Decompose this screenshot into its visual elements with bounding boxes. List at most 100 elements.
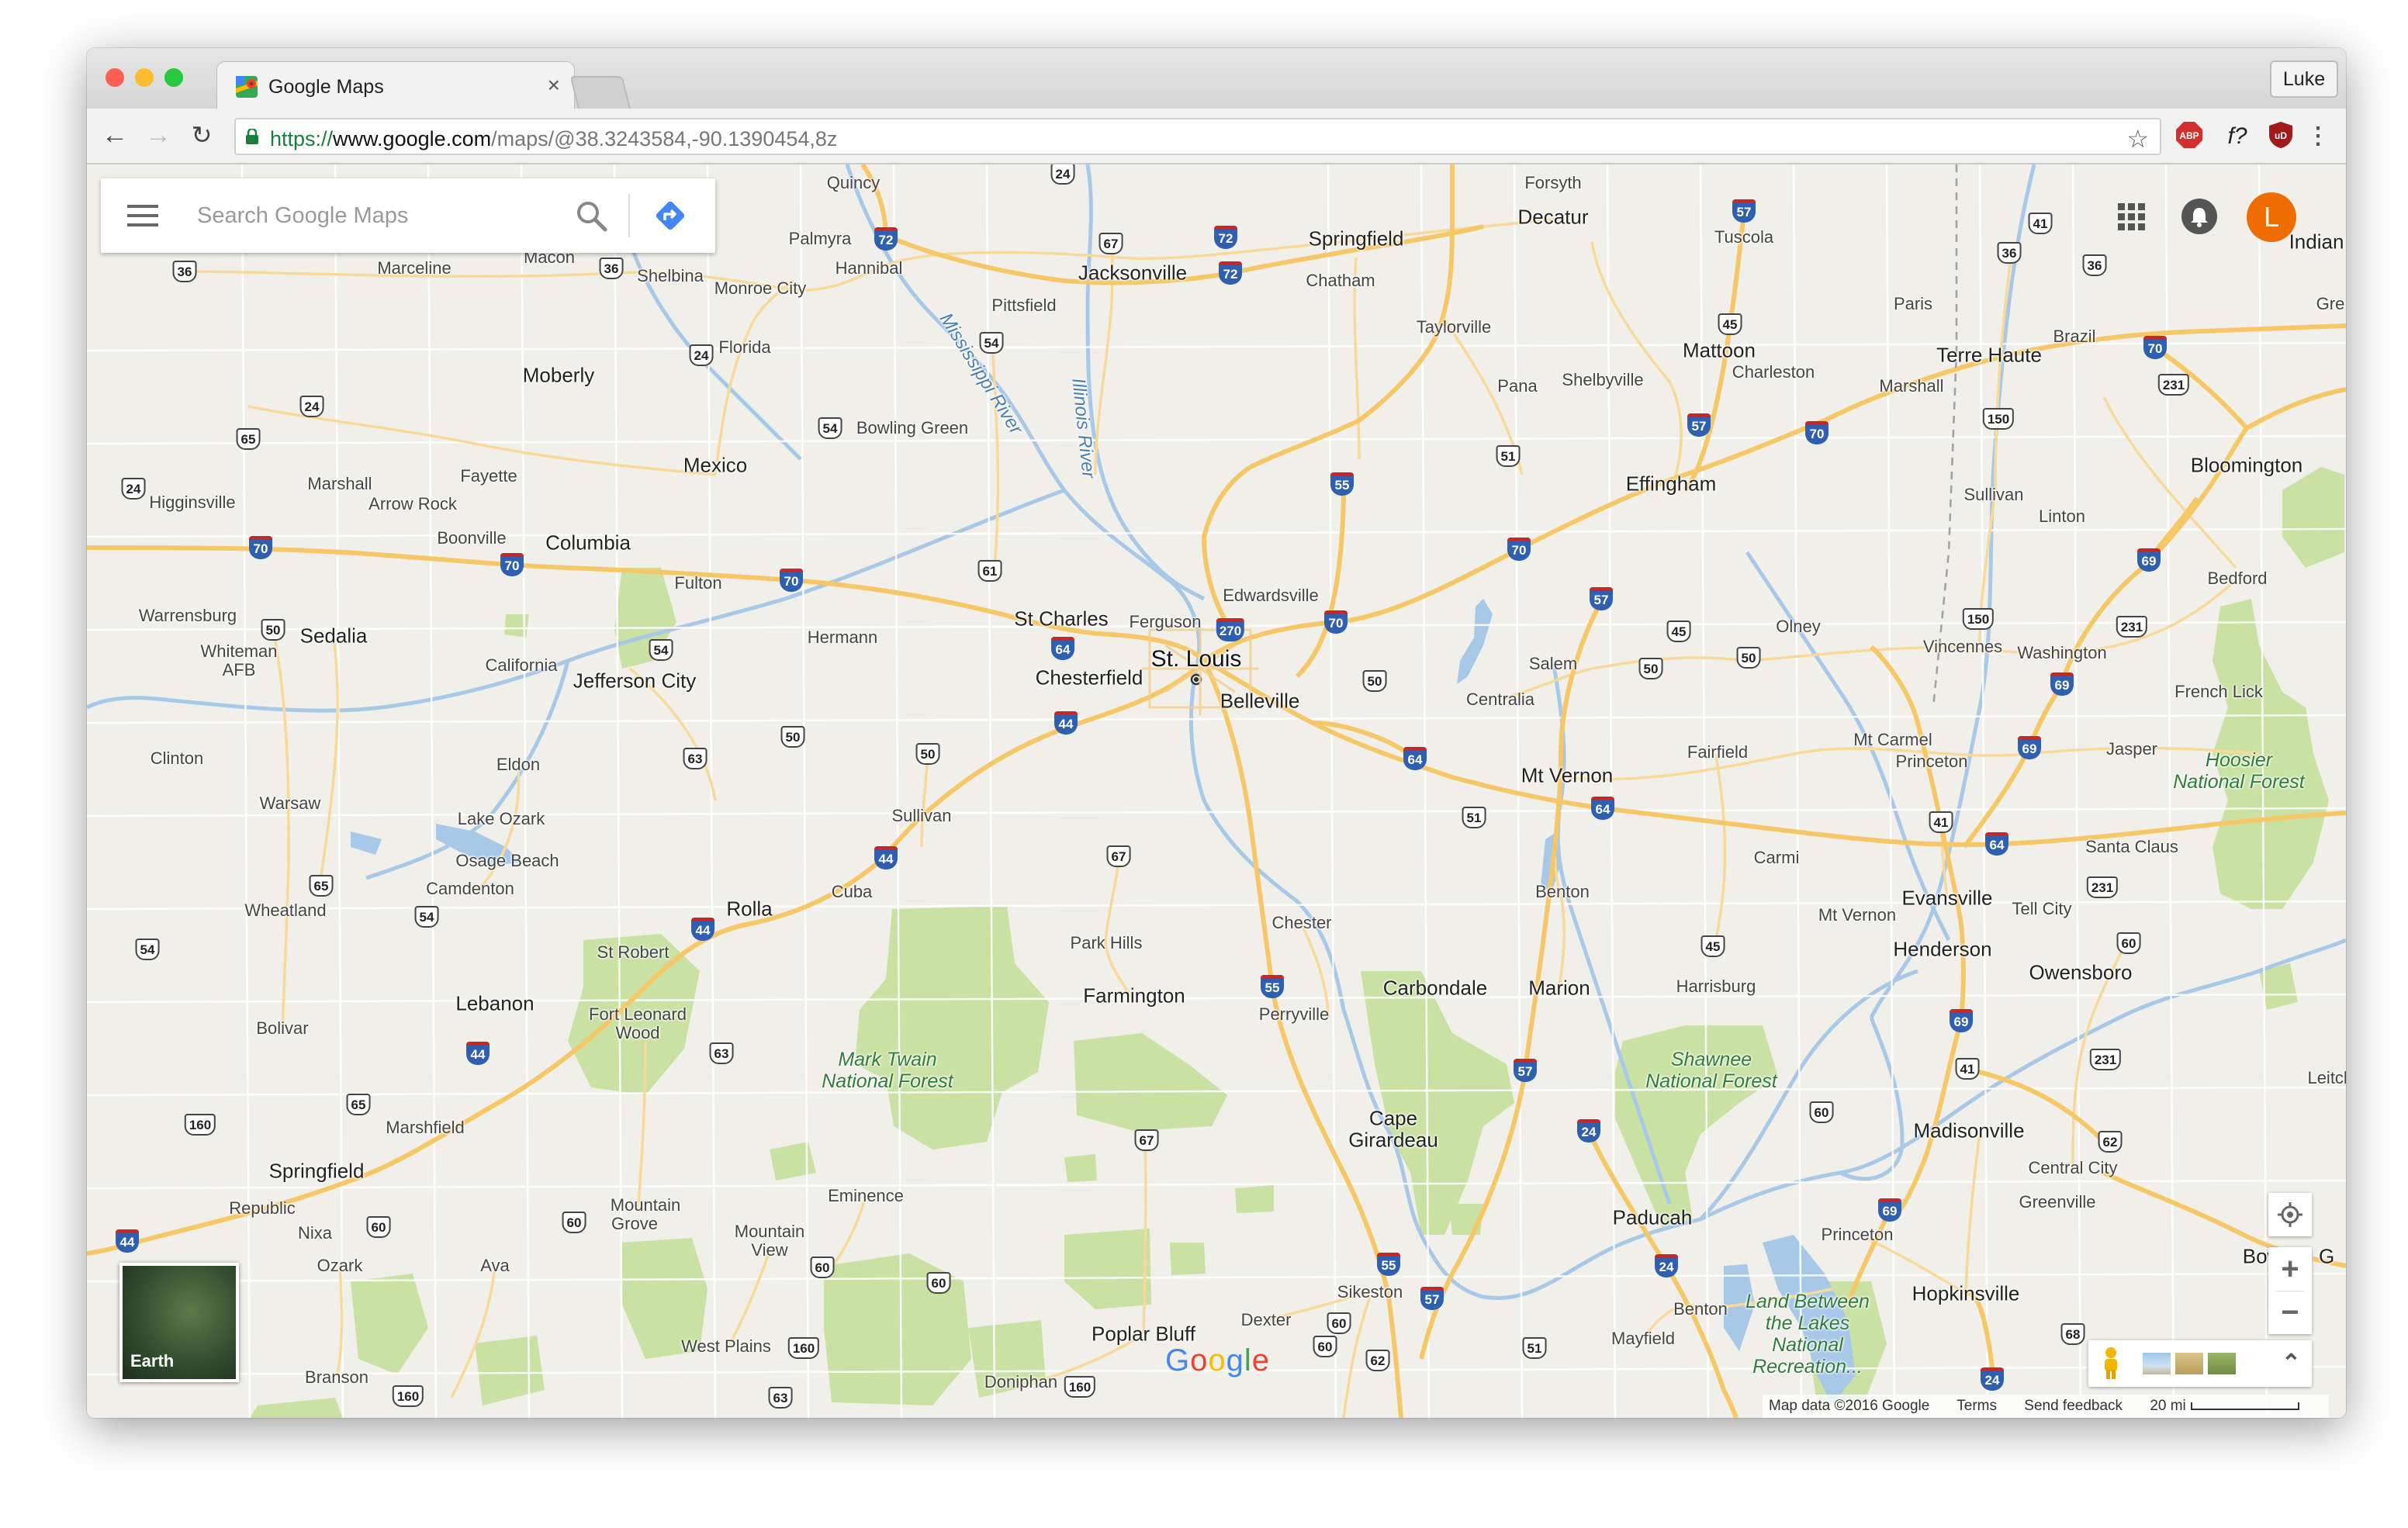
- earth-view-toggle[interactable]: Earth: [119, 1263, 239, 1382]
- map-label-carbondale[interactable]: Carbondale: [1383, 977, 1487, 1001]
- map-label-grove[interactable]: Grove: [611, 1214, 658, 1234]
- map-label-camdenton[interactable]: Camdenton: [426, 879, 514, 899]
- close-window-button[interactable]: [106, 68, 124, 87]
- imagery-thumb-3[interactable]: [2208, 1353, 2236, 1374]
- park-label[interactable]: Land Between the Lakes National Recreation.…: [1745, 1291, 1870, 1378]
- map-label-springfield[interactable]: Springfield: [1309, 227, 1404, 251]
- notifications-bell-icon[interactable]: [2181, 199, 2217, 234]
- map-label-bloomington[interactable]: Bloomington: [2191, 454, 2303, 478]
- map-label-belleville[interactable]: Belleville: [1220, 690, 1300, 714]
- map-label-palmyra[interactable]: Palmyra: [789, 229, 852, 249]
- map-label-evansville[interactable]: Evansville: [1901, 887, 1992, 911]
- map-label-nixa[interactable]: Nixa: [298, 1223, 332, 1243]
- map-label-santa-claus[interactable]: Santa Claus: [2085, 837, 2178, 857]
- map-label-doniphan[interactable]: Doniphan: [984, 1372, 1057, 1392]
- tab-close-icon[interactable]: ×: [548, 73, 560, 98]
- search-icon[interactable]: [574, 199, 608, 233]
- map-label-harrisburg[interactable]: Harrisburg: [1676, 977, 1756, 997]
- map-label-west-plains[interactable]: West Plains: [681, 1336, 771, 1357]
- map-label-lebanon[interactable]: Lebanon: [455, 992, 534, 1016]
- map-label-shelbina[interactable]: Shelbina: [637, 266, 704, 286]
- map-label-florida[interactable]: Florida: [718, 337, 770, 358]
- map-label-fort-leonard[interactable]: Fort Leonard: [589, 1004, 687, 1025]
- account-avatar[interactable]: L: [2247, 192, 2296, 242]
- map-label-french-lick[interactable]: French Lick: [2174, 682, 2263, 702]
- directions-icon[interactable]: [652, 197, 689, 234]
- zoom-out-button[interactable]: −: [2268, 1291, 2312, 1334]
- map-label-tell-city[interactable]: Tell City: [2012, 899, 2071, 919]
- map-label-farmington[interactable]: Farmington: [1083, 984, 1185, 1008]
- map-label-st-robert[interactable]: St Robert: [597, 942, 669, 963]
- map-label-park-hills[interactable]: Park Hills: [1071, 933, 1143, 953]
- map-label-cuba[interactable]: Cuba: [832, 882, 873, 902]
- map-label-ozark[interactable]: Ozark: [317, 1256, 363, 1276]
- map-label-perryville[interactable]: Perryville: [1259, 1004, 1329, 1025]
- map-label-shelbyville[interactable]: Shelbyville: [1562, 370, 1643, 390]
- map-label-jasper[interactable]: Jasper: [2106, 739, 2157, 759]
- map-label-boonville[interactable]: Boonville: [437, 528, 506, 548]
- map-label-ava[interactable]: Ava: [480, 1256, 510, 1276]
- map-label-clinton[interactable]: Clinton: [150, 748, 203, 769]
- map-label-sikeston[interactable]: Sikeston: [1337, 1282, 1403, 1302]
- map-label-marion[interactable]: Marion: [1528, 977, 1590, 1001]
- adblock-plus-icon[interactable]: ABP: [2174, 121, 2205, 152]
- map-label-hannibal[interactable]: Hannibal: [836, 258, 903, 278]
- map-label-chester[interactable]: Chester: [1271, 913, 1331, 933]
- map-label-marshall[interactable]: Marshall: [1879, 376, 1943, 396]
- map-label-indian[interactable]: Indian: [2289, 230, 2344, 254]
- my-location-button[interactable]: [2268, 1193, 2312, 1236]
- map-label-ferguson[interactable]: Ferguson: [1130, 612, 1202, 632]
- map-label-wheatland[interactable]: Wheatland: [244, 901, 326, 921]
- search-input[interactable]: [197, 197, 554, 234]
- map-label-poplar-bluff[interactable]: Poplar Bluff: [1092, 1322, 1195, 1347]
- map-label-jacksonville[interactable]: Jacksonville: [1078, 261, 1187, 285]
- map-label-higginsville[interactable]: Higginsville: [149, 493, 235, 513]
- map-label-moberly[interactable]: Moberly: [523, 364, 594, 388]
- zoom-window-button[interactable]: [164, 68, 183, 87]
- map-label-tuscola[interactable]: Tuscola: [1714, 227, 1773, 247]
- map-label-hermann[interactable]: Hermann: [808, 627, 877, 648]
- chrome-menu-icon[interactable]: ⋮: [2302, 121, 2334, 152]
- map-label-sedalia[interactable]: Sedalia: [300, 624, 368, 648]
- forward-icon[interactable]: →: [143, 119, 174, 150]
- map-label-terre-haute[interactable]: Terre Haute: [1936, 344, 2042, 368]
- park-label[interactable]: Hoosier National Forest: [2173, 749, 2305, 793]
- map-label-marshfield[interactable]: Marshfield: [386, 1118, 464, 1138]
- map-label-olney[interactable]: Olney: [1776, 617, 1820, 637]
- map-label-st-charles[interactable]: St Charles: [1014, 607, 1108, 631]
- map-label-mayfield[interactable]: Mayfield: [1611, 1329, 1675, 1349]
- map-label-marshall[interactable]: Marshall: [307, 474, 372, 494]
- back-icon[interactable]: ←: [99, 119, 130, 150]
- map-label-hopkinsville[interactable]: Hopkinsville: [1912, 1282, 2020, 1306]
- imagery-thumb-2[interactable]: [2175, 1353, 2203, 1374]
- map-label-california[interactable]: California: [486, 655, 558, 676]
- map-label-cape[interactable]: Cape: [1369, 1107, 1417, 1131]
- map-label-sullivan[interactable]: Sullivan: [1963, 485, 2023, 505]
- map-label-vincennes[interactable]: Vincennes: [1923, 637, 2002, 657]
- map-label-fairfield[interactable]: Fairfield: [1687, 742, 1748, 762]
- map-label-lake-ozark[interactable]: Lake Ozark: [458, 809, 545, 829]
- map-label-mountain[interactable]: Mountain: [611, 1195, 681, 1215]
- pegman-icon[interactable]: [2099, 1347, 2123, 1381]
- map-label-gre[interactable]: Gre: [2316, 294, 2345, 314]
- map-label-princeton[interactable]: Princeton: [1896, 752, 1968, 772]
- apps-grid-icon[interactable]: [2116, 202, 2147, 233]
- map-label-st-louis[interactable]: St. Louis: [1151, 646, 1242, 672]
- reload-icon[interactable]: ↻: [186, 119, 217, 150]
- map-label-paris[interactable]: Paris: [1894, 294, 1932, 314]
- map-label-linton[interactable]: Linton: [2039, 506, 2085, 527]
- minimize-window-button[interactable]: [135, 68, 154, 87]
- map-label-eldon[interactable]: Eldon: [496, 755, 540, 775]
- map-label-columbia[interactable]: Columbia: [545, 531, 631, 555]
- map-canvas[interactable]: Quincy Forsyth Decatur Tuscola Palmyra Spring…: [87, 164, 2346, 1418]
- map-label-brazil[interactable]: Brazil: [2053, 327, 2095, 347]
- map-label-centralia[interactable]: Centralia: [1466, 690, 1534, 710]
- map-label-dexter[interactable]: Dexter: [1241, 1310, 1292, 1330]
- map-label-marceline[interactable]: Marceline: [377, 258, 451, 278]
- map-label-sullivan[interactable]: Sullivan: [891, 806, 951, 826]
- map-label-taylorville[interactable]: Taylorville: [1417, 317, 1492, 337]
- map-label-princeton[interactable]: Princeton: [1822, 1225, 1894, 1245]
- park-label[interactable]: Shawnee National Forest: [1645, 1049, 1777, 1092]
- address-bar[interactable]: https://www.google.com/maps/@38.3243584,…: [234, 118, 2161, 155]
- map-label-bowling-green[interactable]: Bowling Green: [856, 418, 968, 438]
